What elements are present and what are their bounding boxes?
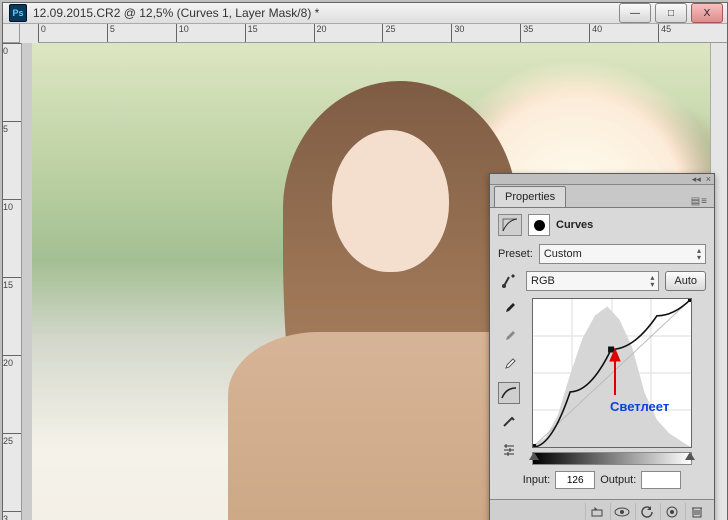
curves-adjustment-icon[interactable] <box>498 214 522 236</box>
curve-annotation: Светлеет <box>610 399 669 414</box>
ruler-vertical[interactable]: 0 5 10 15 20 25 3 <box>3 43 22 520</box>
ruler-h-tick: 35 <box>520 24 589 42</box>
ruler-h-tick: 25 <box>382 24 451 42</box>
ruler-v-tick: 5 <box>3 121 21 199</box>
output-field[interactable] <box>641 471 681 489</box>
input-gradient-strip[interactable] <box>532 452 692 465</box>
close-button[interactable]: X <box>691 3 723 23</box>
close-panel-icon[interactable]: × <box>706 174 711 184</box>
document-title: 12.09.2015.CR2 @ 12,5% (Curves 1, Layer … <box>33 6 619 20</box>
edit-points-tool-icon[interactable] <box>498 382 520 404</box>
ruler-corner <box>3 24 20 43</box>
eyedropper-white-icon[interactable] <box>498 354 520 376</box>
preset-label: Preset: <box>498 248 533 260</box>
target-adjust-tool-icon[interactable] <box>498 270 520 292</box>
maximize-button[interactable]: □ <box>655 3 687 23</box>
input-field[interactable] <box>555 471 595 489</box>
title-bar[interactable]: Ps 12.09.2015.CR2 @ 12,5% (Curves 1, Lay… <box>3 3 727 24</box>
photo-face <box>332 130 449 272</box>
ruler-v-tick: 25 <box>3 433 21 511</box>
tab-properties[interactable]: Properties <box>494 186 566 207</box>
panel-topstrip: ◂◂ × <box>490 174 714 185</box>
ruler-h-tick: 40 <box>589 24 658 42</box>
ruler-h-tick: 5 <box>107 24 176 42</box>
ruler-h-tick: 10 <box>176 24 245 42</box>
delete-adjustment-icon[interactable] <box>685 503 708 520</box>
input-label: Input: <box>523 474 551 486</box>
curves-graph[interactable]: Светлеет <box>532 298 692 448</box>
app-icon: Ps <box>9 4 27 22</box>
ruler-v-tick: 10 <box>3 199 21 277</box>
collapse-panel-icon[interactable]: ◂◂ <box>692 174 701 185</box>
eyedropper-gray-icon[interactable] <box>498 326 520 348</box>
black-point-slider[interactable] <box>529 452 539 460</box>
ruler-v-tick: 15 <box>3 277 21 355</box>
view-previous-icon[interactable] <box>610 503 633 520</box>
white-point-slider[interactable] <box>685 452 695 460</box>
panel-tabs: Properties ▤≡ <box>490 185 714 208</box>
clip-to-layer-icon[interactable] <box>585 503 608 520</box>
ruler-v-tick: 20 <box>3 355 21 433</box>
panel-footer <box>490 499 714 520</box>
ruler-h-tick: 30 <box>451 24 520 42</box>
panel-menu-icon[interactable]: ▤≡ <box>691 196 708 207</box>
ruler-h-tick: 15 <box>245 24 314 42</box>
layer-mask-icon[interactable] <box>528 214 550 236</box>
output-label: Output: <box>600 474 636 486</box>
minimize-button[interactable]: — <box>619 3 651 23</box>
ruler-v-tick: 0 <box>3 43 21 121</box>
ruler-v-tick: 3 <box>3 511 21 520</box>
channel-value: RGB <box>531 275 555 287</box>
preset-value: Custom <box>544 248 582 260</box>
adjustment-title: Curves <box>556 219 593 231</box>
eyedropper-black-icon[interactable] <box>498 298 520 320</box>
reset-icon[interactable] <box>635 503 658 520</box>
ruler-h-tick: 0 <box>38 24 107 42</box>
channel-select[interactable]: RGB ▴▾ <box>526 271 659 291</box>
app-window: Ps 12.09.2015.CR2 @ 12,5% (Curves 1, Lay… <box>2 2 728 520</box>
preset-select[interactable]: Custom ▴▾ <box>539 244 706 264</box>
properties-panel[interactable]: ◂◂ × Properties ▤≡ Curves Preset: <box>489 173 715 520</box>
toggle-visibility-icon[interactable] <box>660 503 683 520</box>
ruler-horizontal[interactable]: 0 5 10 15 20 25 30 35 40 45 <box>38 24 727 43</box>
ruler-h-tick: 20 <box>314 24 383 42</box>
options-tool-icon[interactable] <box>498 438 520 460</box>
auto-button[interactable]: Auto <box>665 271 706 291</box>
ruler-h-tick: 45 <box>658 24 727 42</box>
draw-curve-tool-icon[interactable] <box>498 410 520 432</box>
